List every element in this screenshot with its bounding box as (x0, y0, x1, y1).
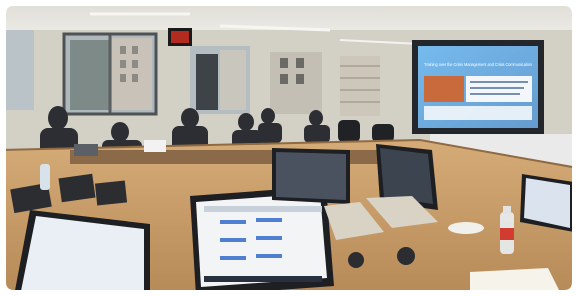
meeting-room-photo: Training over the Crisis Management and … (6, 6, 572, 290)
plate (448, 222, 484, 234)
window-left (6, 30, 158, 116)
laptop-left (14, 210, 150, 290)
slide-title: Training over the Crisis Management and … (424, 62, 532, 67)
water-bottle (500, 206, 514, 254)
exit-sign-icon (168, 28, 192, 46)
laptop-center (190, 186, 334, 290)
papers (470, 268, 562, 290)
display-icon (412, 40, 544, 134)
back-desk (70, 150, 410, 164)
window-middle (190, 46, 380, 116)
laptop-right (520, 174, 572, 232)
monitor-middle (272, 148, 350, 204)
